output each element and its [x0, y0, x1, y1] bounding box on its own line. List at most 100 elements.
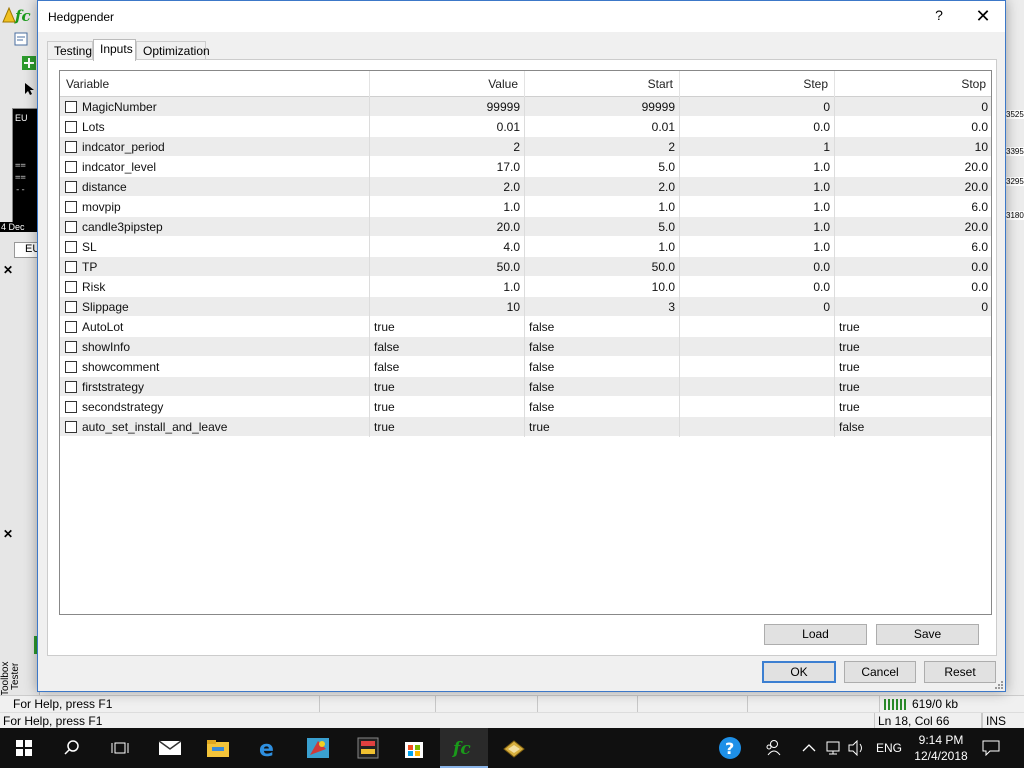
taskbar-app-1[interactable]: [294, 728, 342, 768]
value-cell[interactable]: 17.0: [370, 157, 525, 177]
step-cell[interactable]: [680, 357, 835, 377]
start-cell[interactable]: true: [525, 417, 680, 437]
value-cell[interactable]: true: [370, 317, 525, 337]
variable-cell[interactable]: SL: [60, 237, 370, 257]
table-row[interactable]: distance 2.0 2.0 1.0 20.0: [60, 177, 991, 197]
column-header-stop[interactable]: Stop: [835, 71, 991, 97]
start-cell[interactable]: 2: [525, 137, 680, 157]
optimize-checkbox[interactable]: [65, 281, 77, 293]
start-cell[interactable]: 1.0: [525, 197, 680, 217]
step-cell[interactable]: 1.0: [680, 177, 835, 197]
variable-cell[interactable]: movpip: [60, 197, 370, 217]
stop-cell[interactable]: 0.0: [835, 117, 991, 137]
step-cell[interactable]: [680, 317, 835, 337]
step-cell[interactable]: 1.0: [680, 217, 835, 237]
variable-cell[interactable]: showcomment: [60, 357, 370, 377]
stop-cell[interactable]: 0: [835, 297, 991, 317]
optimize-checkbox[interactable]: [65, 381, 77, 393]
action-center-button[interactable]: [982, 728, 1000, 768]
step-cell[interactable]: 0.0: [680, 117, 835, 137]
stop-cell[interactable]: 20.0: [835, 217, 991, 237]
variable-cell[interactable]: secondstrategy: [60, 397, 370, 417]
stop-cell[interactable]: 10: [835, 137, 991, 157]
step-cell[interactable]: 0.0: [680, 277, 835, 297]
column-header-start[interactable]: Start: [525, 71, 680, 97]
start-cell[interactable]: 10.0: [525, 277, 680, 297]
load-button[interactable]: Load: [764, 624, 867, 645]
table-row[interactable]: SL 4.0 1.0 1.0 6.0: [60, 237, 991, 257]
value-cell[interactable]: true: [370, 417, 525, 437]
stop-cell[interactable]: 20.0: [835, 177, 991, 197]
step-cell[interactable]: [680, 377, 835, 397]
start-cell[interactable]: false: [525, 337, 680, 357]
resize-grip-icon[interactable]: [993, 679, 1003, 689]
variable-cell[interactable]: TP: [60, 257, 370, 277]
start-cell[interactable]: 1.0: [525, 237, 680, 257]
tab-inputs[interactable]: Inputs: [93, 39, 136, 61]
table-row[interactable]: auto_set_install_and_leave true true false: [60, 417, 991, 437]
value-cell[interactable]: 2.0: [370, 177, 525, 197]
optimize-checkbox[interactable]: [65, 201, 77, 213]
stop-cell[interactable]: false: [835, 417, 991, 437]
show-hidden-icons[interactable]: [802, 728, 816, 768]
table-row[interactable]: indcator_period 2 2 1 10: [60, 137, 991, 157]
close-icon[interactable]: ✕: [3, 527, 13, 541]
stop-cell[interactable]: 6.0: [835, 237, 991, 257]
toolbox-panel-label[interactable]: Toolbox: [0, 640, 11, 696]
stop-cell[interactable]: true: [835, 317, 991, 337]
optimize-checkbox[interactable]: [65, 261, 77, 273]
value-cell[interactable]: true: [370, 377, 525, 397]
volume-tray-icon[interactable]: [848, 728, 866, 768]
step-cell[interactable]: [680, 337, 835, 357]
table-row[interactable]: Slippage 10 3 0 0: [60, 297, 991, 317]
variable-cell[interactable]: Lots: [60, 117, 370, 137]
value-cell[interactable]: false: [370, 337, 525, 357]
stop-cell[interactable]: 6.0: [835, 197, 991, 217]
value-cell[interactable]: 0.01: [370, 117, 525, 137]
optimize-checkbox[interactable]: [65, 401, 77, 413]
taskbar-clock[interactable]: 9:14 PM 12/4/2018: [908, 732, 974, 764]
start-cell[interactable]: false: [525, 317, 680, 337]
variable-cell[interactable]: Risk: [60, 277, 370, 297]
value-cell[interactable]: true: [370, 397, 525, 417]
start-cell[interactable]: 99999: [525, 97, 680, 117]
cursor-icon[interactable]: [22, 82, 36, 96]
step-cell[interactable]: 0: [680, 297, 835, 317]
variable-cell[interactable]: auto_set_install_and_leave: [60, 417, 370, 437]
start-cell[interactable]: 5.0: [525, 157, 680, 177]
variable-cell[interactable]: MagicNumber: [60, 97, 370, 117]
taskbar-app-3[interactable]: [490, 728, 538, 768]
value-cell[interactable]: false: [370, 357, 525, 377]
optimize-checkbox[interactable]: [65, 301, 77, 313]
optimize-checkbox[interactable]: [65, 141, 77, 153]
help-tray-icon[interactable]: ?: [718, 728, 742, 768]
value-cell[interactable]: 4.0: [370, 237, 525, 257]
variable-cell[interactable]: distance: [60, 177, 370, 197]
table-row[interactable]: TP 50.0 50.0 0.0 0.0: [60, 257, 991, 277]
taskbar-file-explorer[interactable]: [194, 728, 242, 768]
optimize-checkbox[interactable]: [65, 321, 77, 333]
table-row[interactable]: MagicNumber 99999 99999 0 0: [60, 97, 991, 117]
task-view-button[interactable]: [96, 728, 144, 768]
table-row[interactable]: secondstrategy true false true: [60, 397, 991, 417]
stop-cell[interactable]: true: [835, 397, 991, 417]
step-cell[interactable]: 0: [680, 97, 835, 117]
start-cell[interactable]: 5.0: [525, 217, 680, 237]
ok-button[interactable]: OK: [762, 661, 836, 683]
optimize-checkbox[interactable]: [65, 161, 77, 173]
dialog-titlebar[interactable]: fc Hedgpender ? ✕: [14, 1, 1005, 32]
network-tray-icon[interactable]: [826, 728, 842, 768]
optimize-checkbox[interactable]: [65, 101, 77, 113]
stop-cell[interactable]: 0.0: [835, 257, 991, 277]
variable-cell[interactable]: indcator_level: [60, 157, 370, 177]
save-button[interactable]: Save: [876, 624, 979, 645]
value-cell[interactable]: 10: [370, 297, 525, 317]
close-button[interactable]: ✕: [971, 5, 995, 27]
stop-cell[interactable]: true: [835, 377, 991, 397]
taskbar-app-2[interactable]: [344, 728, 392, 768]
value-cell[interactable]: 50.0: [370, 257, 525, 277]
start-cell[interactable]: 0.01: [525, 117, 680, 137]
help-button[interactable]: ?: [932, 7, 946, 23]
close-icon[interactable]: ✕: [3, 263, 13, 277]
step-cell[interactable]: 1: [680, 137, 835, 157]
